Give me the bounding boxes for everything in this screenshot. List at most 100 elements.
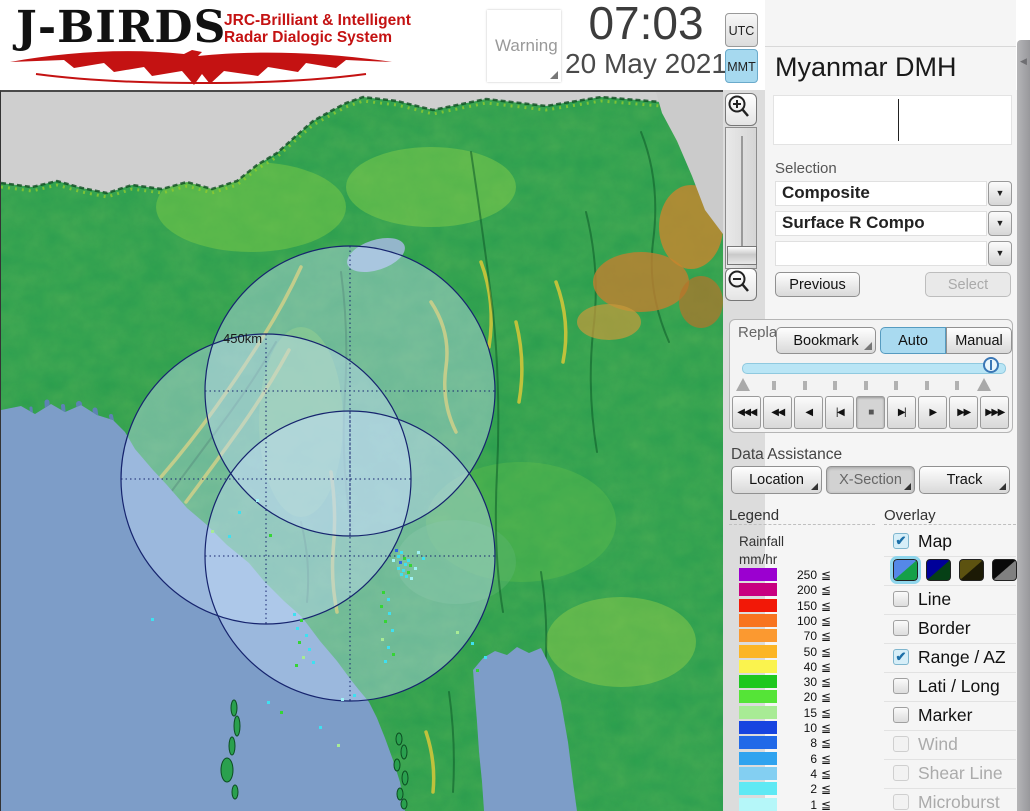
map-zoom-slider-thumb[interactable] <box>727 246 757 265</box>
radar-echo <box>312 661 315 664</box>
radar-echo <box>341 698 344 701</box>
dropdown-corner-icon <box>999 483 1006 490</box>
warning-dropdown[interactable]: Warning <box>487 10 561 82</box>
step-forward-button[interactable]: ▶| <box>887 396 916 429</box>
dropdown-corner-icon <box>864 342 872 350</box>
radar-echo <box>387 598 390 601</box>
legend-value: 100 <box>796 613 817 628</box>
track-button[interactable]: Track <box>919 466 1010 494</box>
forward-fast-button[interactable]: ▶▶▶ <box>980 396 1009 429</box>
radar-echo <box>403 557 406 560</box>
assist-button-label: X-Section <box>839 472 902 488</box>
map-zoom-out-button[interactable] <box>725 268 757 301</box>
radar-echo <box>476 669 479 672</box>
marker-checkbox[interactable] <box>893 707 909 723</box>
replay-slider-thumb[interactable] <box>983 357 999 373</box>
legend-row: 1 ≦ <box>729 797 875 811</box>
legend-color-swatch <box>739 797 777 811</box>
overlay-item-label: Lati / Long <box>918 676 1000 696</box>
radar-echo <box>404 563 407 566</box>
legend-row: 20 ≦ <box>729 689 875 704</box>
legend-row: 4 ≦ <box>729 766 875 781</box>
radar-echo <box>409 564 412 567</box>
legend-value: 50 <box>803 644 817 659</box>
replay-auto-button[interactable]: Auto <box>880 327 946 354</box>
range-az-checkbox[interactable]: ✔ <box>893 649 909 665</box>
warning-label: Warning <box>495 36 558 55</box>
map-zoom-slider[interactable] <box>725 127 757 269</box>
radar-echo <box>392 653 395 656</box>
legend-row: 100 ≦ <box>729 613 875 628</box>
radar-echo <box>405 575 408 578</box>
map-style-swatch-2[interactable] <box>926 559 951 581</box>
legend-row: 70 ≦ <box>729 628 875 643</box>
radar-echo <box>410 577 413 580</box>
x-section-button[interactable]: X-Section <box>826 466 915 494</box>
replay-slider-track[interactable] <box>742 363 1006 374</box>
legend-value: 1 <box>810 797 817 811</box>
replay-range-start-marker[interactable] <box>736 378 750 391</box>
play-reverse-button[interactable]: ◀ <box>794 396 823 429</box>
rewind-button[interactable]: ◀◀ <box>763 396 792 429</box>
legend-value: 10 <box>803 721 817 735</box>
timezone-utc-button[interactable]: UTC <box>725 13 758 47</box>
radar-echo <box>280 711 283 714</box>
legend-color-swatch <box>739 613 777 627</box>
overlay-item-label: Wind <box>918 734 958 754</box>
radar-echo <box>353 694 356 697</box>
selection-dropdown-3-arrow[interactable]: ▼ <box>988 241 1012 266</box>
radar-map[interactable]: 450km <box>0 90 724 811</box>
map-checkbox[interactable]: ✔ <box>893 533 909 549</box>
replay-manual-button[interactable]: Manual <box>946 327 1012 354</box>
selection-dropdown-3[interactable] <box>775 241 987 266</box>
legend-row: 250 ≦ <box>729 567 875 582</box>
radar-echo <box>293 613 296 616</box>
map-zoom-in-button[interactable] <box>725 93 757 126</box>
radar-echo <box>337 744 340 747</box>
legend-value: 8 <box>810 736 817 751</box>
logo-subtitle-line2: Radar Dialogic System <box>224 29 392 46</box>
map-style-swatch-3[interactable] <box>959 559 984 581</box>
selection-dropdown-1[interactable]: Composite <box>775 181 987 206</box>
legend-row: 8 ≦ <box>729 735 875 750</box>
lte-symbol: ≦ <box>821 568 832 582</box>
lati-long-checkbox[interactable] <box>893 678 909 694</box>
step-back-button[interactable]: |◀ <box>825 396 854 429</box>
lte-symbol: ≦ <box>821 659 832 674</box>
legend-value: 6 <box>810 751 817 766</box>
radar-echo <box>414 567 417 570</box>
radar-echo <box>471 642 474 645</box>
radar-echo <box>382 591 385 594</box>
rewind-fast-button[interactable]: ◀◀◀ <box>732 396 761 429</box>
replay-range-end-marker[interactable] <box>977 378 991 391</box>
selection-dropdown-2[interactable]: Surface R Compo <box>775 211 987 236</box>
stop-button[interactable]: ■ <box>856 396 885 429</box>
previous-button[interactable]: Previous <box>775 272 860 297</box>
location-button[interactable]: Location <box>731 466 822 494</box>
map-style-swatch-1[interactable] <box>890 556 921 584</box>
legend-row: 2 ≦ <box>729 781 875 796</box>
panel-splitter[interactable] <box>1017 40 1030 811</box>
replay-tick <box>894 381 898 390</box>
bookmark-button[interactable]: Bookmark <box>776 327 876 354</box>
forward-button[interactable]: ▶▶ <box>949 396 978 429</box>
selection-dropdown-1-arrow[interactable]: ▼ <box>988 181 1012 206</box>
line-checkbox[interactable] <box>893 591 909 607</box>
microburst-checkbox <box>893 794 909 810</box>
border-checkbox[interactable] <box>893 620 909 636</box>
timezone-mmt-button[interactable]: MMT <box>725 49 758 83</box>
play-button[interactable]: ▶ <box>918 396 947 429</box>
select-button[interactable]: Select <box>925 272 1011 297</box>
overlay-row-shear-line: Shear Line <box>884 759 1016 789</box>
lte-symbol: ≦ <box>821 751 832 766</box>
selection-dropdown-2-arrow[interactable]: ▼ <box>988 211 1012 236</box>
radar-echo <box>295 664 298 667</box>
legend-color-swatch <box>739 751 777 765</box>
radar-echo <box>211 530 214 533</box>
overlay-item-label: Marker <box>918 705 973 725</box>
radar-echo <box>407 559 410 562</box>
eagle-icon <box>10 50 392 85</box>
map-style-swatch-4[interactable] <box>992 559 1017 581</box>
logo-subtitle-line1: JRC-Brilliant & Intelligent <box>224 12 411 29</box>
panel-collapse-icon[interactable]: ◀ <box>1017 48 1030 74</box>
